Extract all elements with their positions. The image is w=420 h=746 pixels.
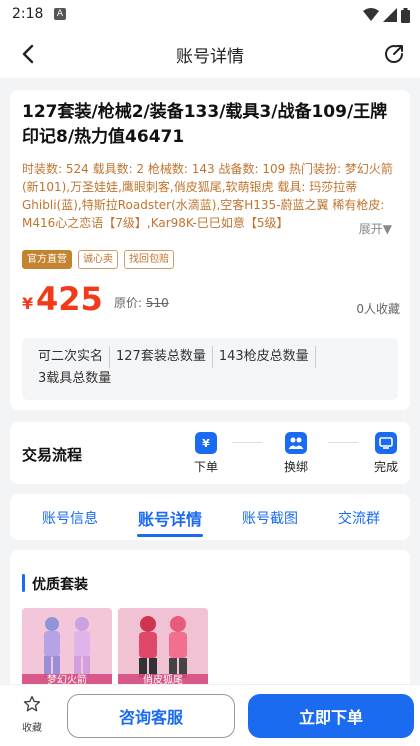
complete-icon — [375, 432, 397, 454]
order-icon: ¥ — [195, 432, 217, 454]
tag-sincere: 诚心卖 — [78, 250, 118, 269]
flow-step-label: 完成 — [373, 460, 398, 474]
favorite-button[interactable]: 收藏 — [12, 695, 52, 734]
notification-icon: A — [54, 8, 66, 20]
feature-item: 127套装总数量 — [110, 346, 213, 368]
wifi-icon — [363, 8, 379, 21]
flow-step-rebind: 换绑 — [276, 432, 316, 475]
tabs-card: 账号信息 账号详情 账号截图 交流群 — [10, 494, 410, 540]
users-icon — [285, 432, 307, 454]
original-price-label: 原价: — [114, 296, 143, 310]
skin-thumbnail[interactable]: 梦幻火箭 — [22, 608, 112, 688]
consult-button[interactable]: 咨询客服 — [67, 694, 235, 738]
price-row: ¥ 425 原价: 510 0人收藏 — [22, 280, 400, 320]
page-title: 账号详情 — [176, 47, 244, 67]
tab-chat-group[interactable]: 交流群 — [332, 508, 386, 528]
favorite-count: 0人收藏 — [356, 302, 400, 316]
tab-account-detail[interactable]: 账号详情 — [132, 506, 208, 530]
price: 425 — [36, 280, 103, 318]
buy-now-button[interactable]: 立即下单 — [248, 694, 414, 738]
svg-text:¥: ¥ — [202, 437, 210, 450]
tab-account-info[interactable]: 账号信息 — [38, 508, 102, 528]
battery-icon — [401, 7, 410, 23]
feature-item: 3载具总数量 — [38, 371, 112, 386]
star-icon — [23, 695, 41, 712]
flow-step-complete: 完成 — [366, 432, 406, 475]
bottom-action-bar: 收藏 咨询客服 立即下单 — [0, 684, 420, 746]
flow-divider — [232, 442, 262, 443]
features-box: 可二次实名 127套装总数量 143枪皮总数量 3载具总数量 — [22, 338, 398, 400]
flow-divider — [328, 442, 358, 443]
share-button[interactable] — [378, 38, 410, 70]
section-title: 优质套装 — [32, 577, 88, 593]
nav-bar: 账号详情 — [0, 30, 420, 78]
active-tab-indicator — [137, 534, 203, 537]
feature-item: 143枪皮总数量 — [213, 346, 316, 368]
expand-button[interactable]: 展开▼ — [352, 220, 392, 237]
status-icons — [363, 6, 410, 24]
listing-title: 127套装/枪械2/装备133/载具3/战备109/王牌印记8/热力值46471 — [22, 102, 388, 147]
detail-card: 优质套装 梦幻火箭 俏皮狐尾 — [10, 550, 410, 700]
feature-item: 可二次实名 — [32, 346, 111, 368]
section-marker — [22, 574, 25, 592]
flow-step-order: ¥ 下单 — [186, 432, 226, 475]
trade-flow-title: 交易流程 — [22, 446, 83, 464]
favorite-label: 收藏 — [22, 723, 42, 734]
original-price-value: 510 — [145, 296, 169, 310]
tab-screenshots[interactable]: 账号截图 — [238, 508, 302, 528]
flow-step-label: 换绑 — [283, 460, 308, 474]
share-icon — [385, 45, 404, 63]
listing-description: 时装数: 524 载具数: 2 枪械数: 143 战备数: 109 热门装扮: … — [22, 162, 393, 230]
status-time: 2:18 — [12, 6, 44, 22]
flow-step-label: 下单 — [193, 460, 218, 474]
tag-guarantee: 找回包赔 — [124, 250, 174, 269]
original-price: 原价: 510 — [114, 294, 169, 311]
currency-symbol: ¥ — [22, 294, 34, 313]
listing-card: 127套装/枪械2/装备133/载具3/战备109/王牌印记8/热力值46471… — [10, 90, 410, 410]
status-bar: 2:18 A — [0, 0, 420, 30]
tag-list: 官方直营 诚心卖 找回包赔 — [22, 250, 174, 269]
skin-thumbnail[interactable]: 俏皮狐尾 — [118, 608, 208, 688]
tag-official: 官方直营 — [22, 250, 72, 269]
signal-icon — [383, 8, 397, 22]
trade-flow-card: 交易流程 ¥ 下单 换绑 完成 — [10, 422, 410, 484]
